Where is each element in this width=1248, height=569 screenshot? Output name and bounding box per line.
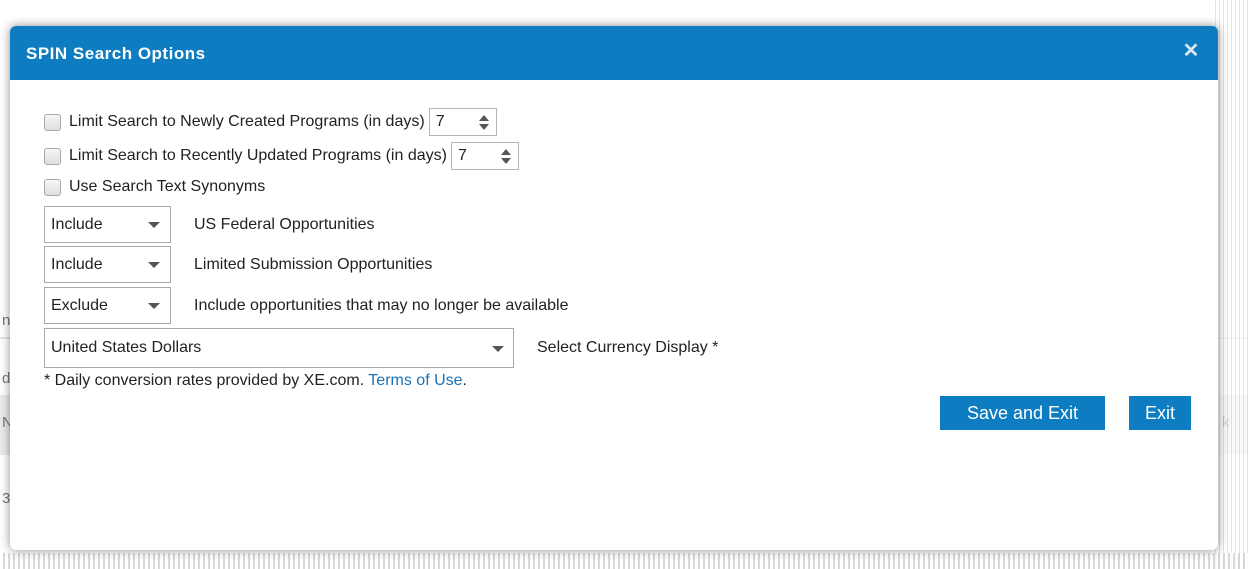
unavailable-opportunities-select[interactable]: Exclude	[44, 287, 171, 324]
limited-submission-select[interactable]: Include	[44, 246, 171, 283]
chevron-down-icon	[148, 262, 160, 268]
synonyms-label: Use Search Text Synonyms	[69, 178, 266, 195]
currency-filter: United States Dollars Select Currency Di…	[44, 328, 718, 368]
federal-opportunities-select[interactable]: Include	[44, 206, 171, 243]
close-icon[interactable]: ✕	[1182, 41, 1200, 61]
updated-programs-checkbox[interactable]	[44, 147, 61, 165]
currency-label: Select Currency Display *	[537, 339, 719, 356]
federal-opportunities-label: US Federal Opportunities	[194, 215, 375, 233]
dialog-header: SPIN Search Options ✕	[10, 26, 1218, 80]
currency-select[interactable]: United States Dollars	[44, 328, 514, 368]
note-end: .	[462, 372, 467, 389]
conversion-rate-note: * Daily conversion rates provided by XE.…	[44, 372, 467, 390]
synonyms-checkbox[interactable]	[44, 178, 61, 196]
exit-button[interactable]: Exit	[1129, 396, 1191, 430]
limited-submission-filter: Include Limited Submission Opportunities	[44, 246, 432, 283]
synonyms-option: Use Search Text Synonyms	[44, 178, 265, 196]
dialog-title: SPIN Search Options	[26, 44, 206, 63]
save-and-exit-button[interactable]: Save and Exit	[940, 396, 1105, 430]
terms-of-use-link[interactable]: Terms of Use	[368, 372, 462, 389]
spinner-arrows-icon[interactable]	[478, 114, 490, 131]
new-programs-label: Limit Search to Newly Created Programs (…	[69, 113, 425, 130]
chevron-down-icon	[148, 222, 160, 228]
unavailable-opportunities-filter: Exclude Include opportunities that may n…	[44, 287, 568, 324]
select-value: Include	[51, 255, 103, 273]
search-options-dialog: SPIN Search Options ✕ Limit Search to Ne…	[10, 26, 1218, 550]
new-programs-days-input[interactable]: 7	[428, 108, 497, 136]
updated-programs-option: Limit Search to Recently Updated Program…	[44, 142, 519, 170]
new-programs-option: Limit Search to Newly Created Programs (…	[44, 108, 497, 136]
select-value: Include	[51, 215, 103, 233]
spinner-arrows-icon[interactable]	[500, 148, 512, 165]
updated-programs-days-input[interactable]: 7	[450, 142, 519, 170]
select-value: Exclude	[51, 296, 108, 314]
chevron-down-icon	[492, 346, 504, 352]
limited-submission-label: Limited Submission Opportunities	[194, 255, 433, 273]
new-programs-days-value: 7	[435, 113, 445, 130]
new-programs-checkbox[interactable]	[44, 113, 61, 131]
federal-opportunities-filter: Include US Federal Opportunities	[44, 206, 375, 243]
unavailable-opportunities-label: Include opportunities that may no longer…	[194, 296, 569, 314]
background-bottom-edge	[0, 553, 1248, 569]
updated-programs-days-value: 7	[457, 147, 467, 164]
select-value: United States Dollars	[51, 339, 202, 356]
updated-programs-label: Limit Search to Recently Updated Program…	[69, 147, 447, 164]
note-text: * Daily conversion rates provided by XE.…	[44, 372, 369, 389]
chevron-down-icon	[148, 303, 160, 309]
